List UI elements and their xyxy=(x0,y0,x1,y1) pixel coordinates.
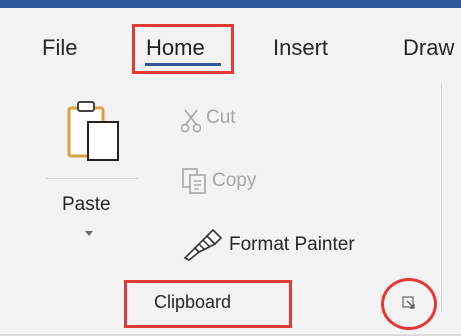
paintbrush-icon xyxy=(183,228,223,261)
tab-draw[interactable]: Draw xyxy=(403,36,454,60)
paste-label: Paste xyxy=(62,194,111,215)
title-bar-strip xyxy=(0,0,461,8)
paste-split-divider xyxy=(46,178,138,179)
format-painter-label: Format Painter xyxy=(229,234,355,255)
cut-label: Cut xyxy=(206,107,236,128)
tab-file[interactable]: File xyxy=(42,36,77,60)
chevron-down-icon[interactable] xyxy=(85,231,93,236)
clipboard-label-highlight xyxy=(124,280,292,328)
copy-icon xyxy=(182,168,206,194)
clipboard-paste-icon xyxy=(67,101,119,161)
group-separator xyxy=(441,84,442,312)
copy-label: Copy xyxy=(212,170,257,191)
home-tab-highlight xyxy=(132,24,234,74)
tab-insert[interactable]: Insert xyxy=(273,36,328,60)
launcher-highlight-circle xyxy=(381,278,437,330)
scissors-icon xyxy=(181,109,201,133)
